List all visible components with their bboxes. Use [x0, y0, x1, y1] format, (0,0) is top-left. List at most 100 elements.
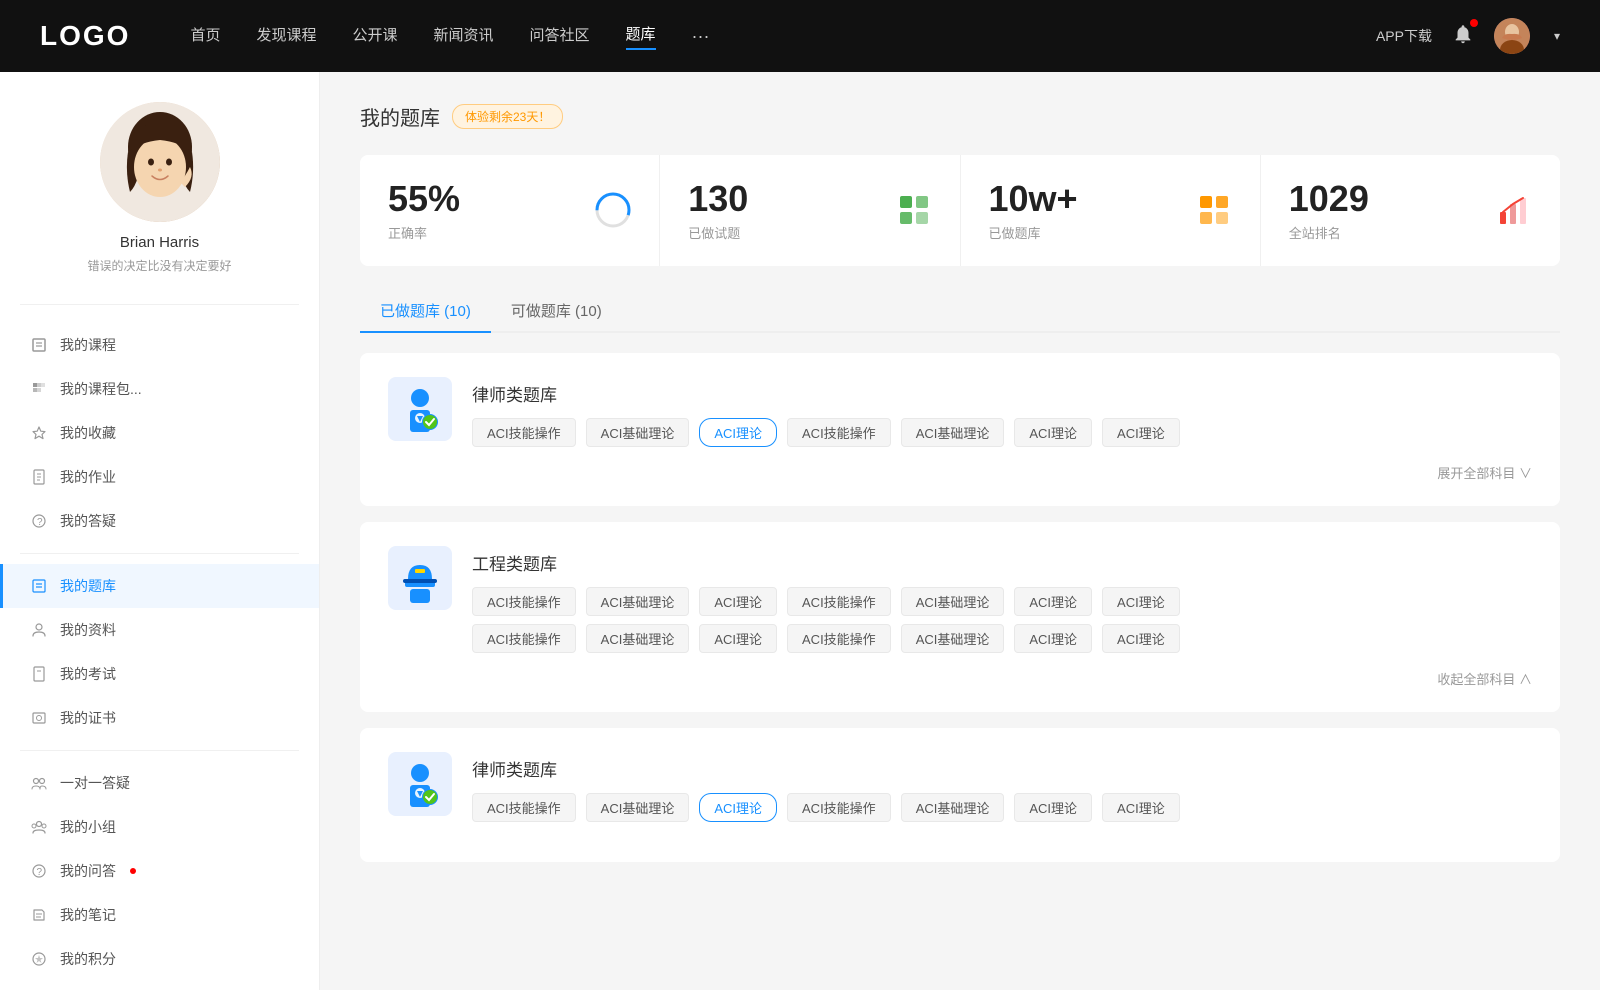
- tag-lawyer1-2[interactable]: ACI理论: [699, 418, 777, 447]
- tag-eng-r2-3[interactable]: ACI技能操作: [787, 624, 891, 653]
- tag-lawyer2-1[interactable]: ACI基础理论: [586, 793, 690, 822]
- sidebar-menu: 我的课程 我的课程包... 我的收藏 我的作业: [0, 315, 319, 989]
- sidebar-item-my-exam[interactable]: 我的考试: [0, 652, 319, 696]
- collect-icon: [30, 424, 48, 442]
- sidebar-item-my-questions[interactable]: ? 我的问答: [0, 849, 319, 893]
- tag-eng-r2-5[interactable]: ACI理论: [1014, 624, 1092, 653]
- tag-lawyer1-4[interactable]: ACI基础理论: [901, 418, 1005, 447]
- sidebar-label-my-cert: 我的证书: [60, 708, 116, 728]
- tag-eng-r1-6[interactable]: ACI理论: [1102, 587, 1180, 616]
- logo: LOGO: [40, 20, 130, 52]
- nav-home[interactable]: 首页: [190, 24, 220, 49]
- tag-lawyer2-0[interactable]: ACI技能操作: [472, 793, 576, 822]
- sidebar-item-my-points[interactable]: 我的积分: [0, 937, 319, 981]
- qbank-title-lawyer1: 律师类题库: [472, 377, 1532, 406]
- tag-lawyer1-1[interactable]: ACI基础理论: [586, 418, 690, 447]
- homework-icon: [30, 468, 48, 486]
- tag-eng-r2-0[interactable]: ACI技能操作: [472, 624, 576, 653]
- qbank-tags-lawyer2: ACI技能操作 ACI基础理论 ACI理论 ACI技能操作 ACI基础理论 AC…: [472, 793, 1532, 822]
- profile-avatar: [100, 102, 220, 222]
- qbank-tags-engineer1-row2: ACI技能操作 ACI基础理论 ACI理论 ACI技能操作 ACI基础理论 AC…: [472, 624, 1532, 653]
- sidebar-label-my-qbank: 我的题库: [60, 576, 116, 596]
- tag-lawyer1-0[interactable]: ACI技能操作: [472, 418, 576, 447]
- cert-icon: [30, 709, 48, 727]
- qbank-card-lawyer2: 律师类题库 ACI技能操作 ACI基础理论 ACI理论 ACI技能操作 ACI基…: [360, 728, 1560, 862]
- qbank-tags-lawyer1: ACI技能操作 ACI基础理论 ACI理论 ACI技能操作 ACI基础理论 AC…: [472, 418, 1532, 447]
- sidebar-item-my-course[interactable]: 我的课程: [0, 323, 319, 367]
- profile-motto: 错误的决定比没有决定要好: [87, 257, 231, 274]
- tag-lawyer2-2[interactable]: ACI理论: [699, 793, 777, 822]
- tag-eng-r1-1[interactable]: ACI基础理论: [586, 587, 690, 616]
- notification-bell[interactable]: [1452, 23, 1474, 50]
- tag-eng-r1-5[interactable]: ACI理论: [1014, 587, 1092, 616]
- tag-lawyer1-6[interactable]: ACI理论: [1102, 418, 1180, 447]
- page-layout: Brian Harris 错误的决定比没有决定要好 我的课程 我的课程包...: [0, 72, 1600, 990]
- qbank-card-lawyer1: 律师类题库 ACI技能操作 ACI基础理论 ACI理论 ACI技能操作 ACI基…: [360, 353, 1560, 506]
- qbank-tags-engineer1-row1: ACI技能操作 ACI基础理论 ACI理论 ACI技能操作 ACI基础理论 AC…: [472, 587, 1532, 616]
- sidebar-item-my-info[interactable]: 我的资料: [0, 608, 319, 652]
- nav-news[interactable]: 新闻资讯: [434, 24, 494, 49]
- sidebar-item-my-notes[interactable]: 我的笔记: [0, 893, 319, 937]
- svg-text:?: ?: [37, 867, 43, 878]
- qbank-icon-lawyer2: [388, 752, 452, 816]
- app-download-button[interactable]: APP下载: [1376, 26, 1432, 46]
- tab-available-banks[interactable]: 可做题库 (10): [491, 290, 622, 331]
- collapse-link-engineer1[interactable]: 收起全部科目 ∧: [388, 669, 1532, 688]
- nav-open-course[interactable]: 公开课: [352, 24, 397, 49]
- stat-rank-value: 1029: [1289, 179, 1480, 219]
- questions-icon: ?: [30, 862, 48, 880]
- sidebar-item-my-qa[interactable]: ? 我的答疑: [0, 499, 319, 543]
- sidebar-item-my-qbank[interactable]: 我的题库: [0, 564, 319, 608]
- sidebar-item-my-collect[interactable]: 我的收藏: [0, 411, 319, 455]
- nav-qbank[interactable]: 题库: [626, 23, 656, 50]
- nav-discover[interactable]: 发现课程: [256, 24, 316, 49]
- tag-eng-r2-2[interactable]: ACI理论: [699, 624, 777, 653]
- tag-lawyer2-6[interactable]: ACI理论: [1102, 793, 1180, 822]
- expand-link-lawyer1[interactable]: 展开全部科目 ∨: [388, 463, 1532, 482]
- tag-lawyer1-5[interactable]: ACI理论: [1014, 418, 1092, 447]
- navbar: LOGO 首页 发现课程 公开课 新闻资讯 问答社区 题库 ··· APP下载 …: [0, 0, 1600, 72]
- user-avatar[interactable]: [1494, 18, 1530, 54]
- tag-lawyer2-4[interactable]: ACI基础理论: [901, 793, 1005, 822]
- qbank-card-engineer1: 工程类题库 ACI技能操作 ACI基础理论 ACI理论 ACI技能操作 ACI基…: [360, 522, 1560, 712]
- user-menu-chevron[interactable]: ▾: [1554, 29, 1560, 43]
- sidebar: Brian Harris 错误的决定比没有决定要好 我的课程 我的课程包...: [0, 72, 320, 990]
- tag-eng-r1-0[interactable]: ACI技能操作: [472, 587, 576, 616]
- tag-lawyer2-5[interactable]: ACI理论: [1014, 793, 1092, 822]
- sidebar-item-my-cert[interactable]: 我的证书: [0, 696, 319, 740]
- tab-done-banks[interactable]: 已做题库 (10): [360, 290, 491, 331]
- sidebar-item-my-group[interactable]: 我的小组: [0, 805, 319, 849]
- sidebar-label-my-collect: 我的收藏: [60, 423, 116, 443]
- stat-done-questions-value: 130: [688, 179, 879, 219]
- sidebar-divider-1: [20, 304, 299, 305]
- sidebar-divider-2: [20, 553, 299, 554]
- stat-rank: 1029 全站排名: [1261, 155, 1560, 266]
- tag-eng-r1-4[interactable]: ACI基础理论: [901, 587, 1005, 616]
- sidebar-label-my-course: 我的课程: [60, 335, 116, 355]
- stat-done-questions-label: 已做试题: [688, 223, 879, 242]
- stat-done-banks-label: 已做题库: [989, 223, 1180, 242]
- tag-eng-r1-2[interactable]: ACI理论: [699, 587, 777, 616]
- grid-green-icon: [896, 192, 932, 228]
- profile-avatar-svg: [100, 102, 220, 222]
- qbank-title-lawyer2: 律师类题库: [472, 752, 1532, 781]
- pie-chart-icon: [595, 192, 631, 228]
- qa-icon: ?: [30, 512, 48, 530]
- package-icon: [30, 380, 48, 398]
- sidebar-item-one-on-one[interactable]: 一对一答疑: [0, 761, 319, 805]
- sidebar-label-my-qa: 我的答疑: [60, 511, 116, 531]
- tag-eng-r2-4[interactable]: ACI基础理论: [901, 624, 1005, 653]
- nav-qa[interactable]: 问答社区: [530, 24, 590, 49]
- tag-eng-r2-6[interactable]: ACI理论: [1102, 624, 1180, 653]
- tag-lawyer2-3[interactable]: ACI技能操作: [787, 793, 891, 822]
- one-on-one-icon: [30, 774, 48, 792]
- tag-lawyer1-3[interactable]: ACI技能操作: [787, 418, 891, 447]
- tag-eng-r1-3[interactable]: ACI技能操作: [787, 587, 891, 616]
- user-avatar-svg: [1494, 18, 1530, 54]
- tag-eng-r2-1[interactable]: ACI基础理论: [586, 624, 690, 653]
- svg-text:?: ?: [37, 517, 43, 528]
- sidebar-label-my-points: 我的积分: [60, 949, 116, 969]
- nav-more[interactable]: ···: [692, 26, 710, 47]
- sidebar-item-my-homework[interactable]: 我的作业: [0, 455, 319, 499]
- sidebar-item-my-package[interactable]: 我的课程包...: [0, 367, 319, 411]
